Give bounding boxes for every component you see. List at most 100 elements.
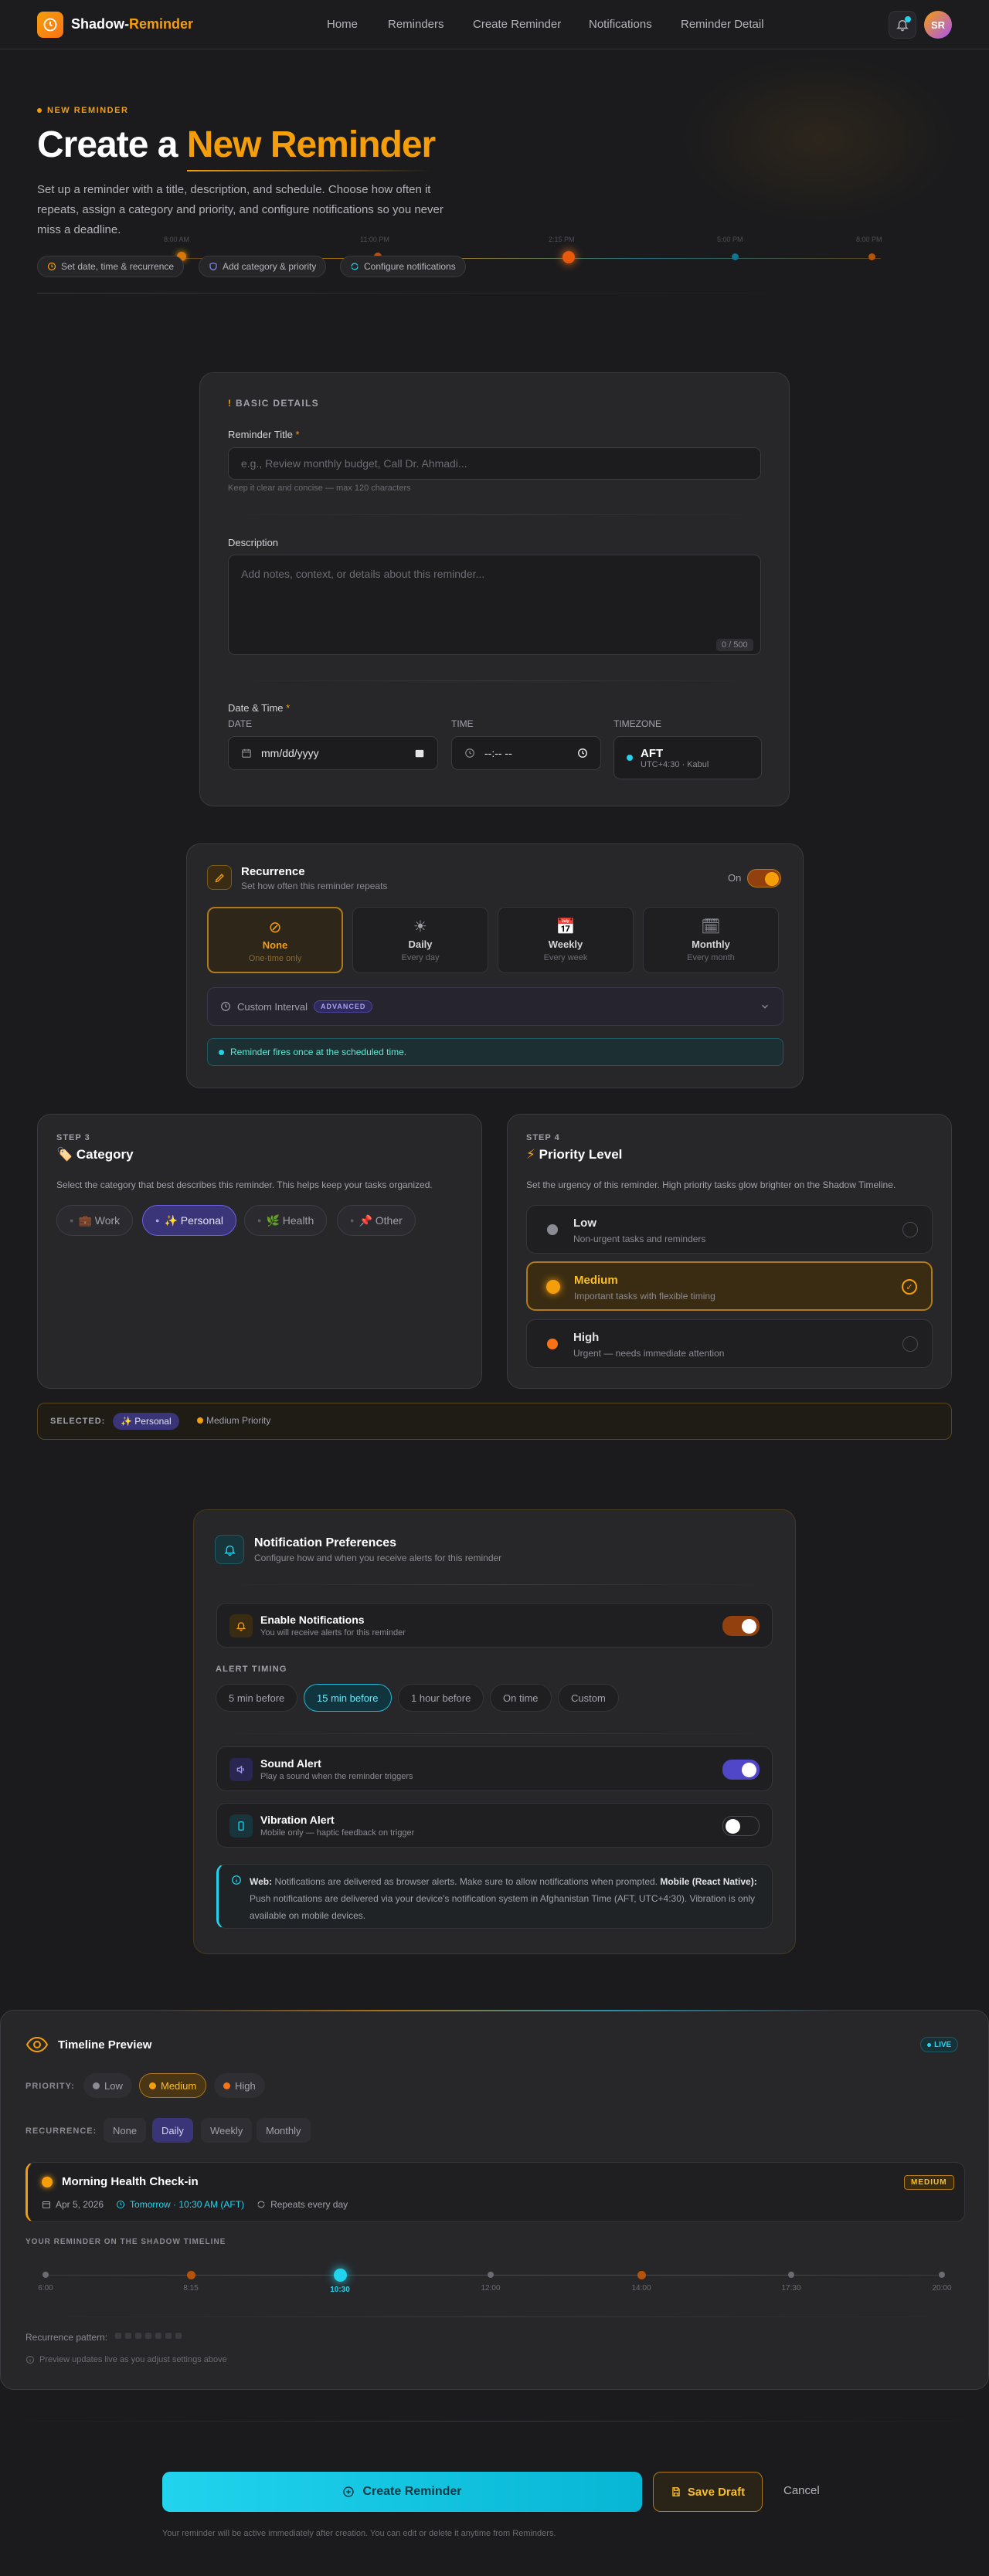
cancel-button[interactable]: Cancel	[783, 2484, 820, 2497]
timing-custom[interactable]: Custom	[558, 1684, 619, 1712]
nav-create-reminder[interactable]: Create Reminder	[473, 18, 561, 31]
timeline-dot	[637, 2271, 646, 2279]
preview-recurrence-none[interactable]: None	[104, 2118, 147, 2143]
footer-note: Your reminder will be active immediately…	[162, 2529, 556, 2538]
nav-home[interactable]: Home	[327, 18, 358, 31]
recurrence-toggle[interactable]	[747, 869, 781, 888]
calendar-month-icon: 🗓	[701, 918, 721, 935]
create-reminder-button[interactable]: Create Reminder	[162, 2472, 642, 2512]
hero-chip-category: Add category & priority	[199, 256, 327, 277]
reminder-preview-title: Morning Health Check-in	[62, 2175, 199, 2188]
clock-icon	[117, 2201, 125, 2208]
avatar[interactable]: SR	[924, 11, 952, 39]
logo-clock-icon[interactable]	[37, 12, 63, 38]
timeline-tick: 20:00	[932, 2284, 952, 2293]
hero-timeline-label: 11:00 PM	[360, 236, 389, 243]
category-chip-other[interactable]: ● 📌 Other	[337, 1205, 416, 1236]
timeline-dot	[488, 2272, 494, 2278]
clock-icon	[465, 748, 474, 758]
title-underline	[187, 170, 431, 171]
recurrence-option-none[interactable]: ⊘ None One-time only	[207, 907, 343, 973]
custom-interval-dropdown[interactable]: Custom Interval ADVANCED	[207, 987, 783, 1026]
chevron-down-icon	[762, 1004, 768, 1009]
vibration-alert-subtitle: Mobile only — haptic feedback on trigger	[260, 1828, 415, 1838]
recurrence-option-daily[interactable]: ☀ Daily Every day	[352, 907, 488, 973]
timing-15-min[interactable]: 15 min before	[304, 1684, 392, 1712]
divider	[25, 2316, 965, 2317]
nav-reminder-detail[interactable]: Reminder Detail	[681, 18, 764, 31]
category-chip-personal[interactable]: ● ✨ Personal	[142, 1205, 237, 1236]
hero-description: Set up a reminder with a title, descript…	[37, 183, 444, 236]
phone-icon	[229, 1814, 253, 1838]
preview-priority-medium[interactable]: Medium	[139, 2073, 207, 2098]
divider	[228, 680, 761, 681]
priority-dot	[547, 1339, 558, 1349]
recurrence-pattern-dots	[115, 2333, 182, 2339]
save-draft-button[interactable]: Save Draft	[653, 2472, 763, 2512]
divider	[215, 1584, 776, 1585]
hero-timeline-dot	[732, 253, 739, 260]
vibration-alert-toggle[interactable]	[722, 1816, 760, 1836]
description-label: Description	[228, 537, 279, 548]
recurrence-option-weekly[interactable]: 📅 Weekly Every week	[498, 907, 634, 973]
title-input[interactable]: e.g., Review monthly budget, Call Dr. Ah…	[228, 447, 761, 480]
shadow-timeline-line	[46, 2275, 942, 2276]
platform-note: Web: Notifications are delivered as brow…	[216, 1864, 773, 1929]
nav-reminders[interactable]: Reminders	[388, 18, 444, 31]
priority-option-high[interactable]: High Urgent — needs immediate attention	[526, 1319, 933, 1368]
notifications-subtitle: Configure how and when you receive alert…	[254, 1553, 502, 1563]
preview-priority-low[interactable]: Low	[83, 2073, 132, 2098]
priority-description: Set the urgency of this reminder. High p…	[526, 1179, 896, 1190]
enable-notifications-title: Enable Notifications	[260, 1614, 365, 1626]
vibration-alert-title: Vibration Alert	[260, 1814, 335, 1826]
preview-recurrence-weekly[interactable]: Weekly	[201, 2118, 253, 2143]
timeline-tick: 8:15	[183, 2284, 199, 2293]
info-dot	[219, 1049, 224, 1055]
priority-option-medium[interactable]: Medium Important tasks with flexible tim…	[526, 1261, 933, 1311]
preview-priority-high[interactable]: High	[214, 2073, 265, 2098]
timeline-dot	[788, 2272, 794, 2278]
hero-chip-notifications: Configure notifications	[340, 256, 466, 277]
timeline-tick: 6:00	[38, 2284, 53, 2293]
datetime-label: Date & Time *	[228, 702, 291, 714]
notification-dot	[905, 16, 911, 22]
recurrence-option-monthly[interactable]: 🗓 Monthly Every month	[643, 907, 779, 973]
basic-details-card: ! BASIC DETAILS Reminder Title * e.g., R…	[199, 372, 790, 806]
sun-icon: ☀	[413, 918, 427, 935]
time-input[interactable]: --:-- --	[451, 736, 601, 770]
repeat-icon	[257, 2201, 265, 2208]
calendar-picker-icon	[415, 749, 424, 758]
hero-timeline-label: 5:00 PM	[717, 236, 743, 243]
brand-name[interactable]: Shadow-Reminder	[71, 16, 193, 32]
description-textarea[interactable]: Add notes, context, or details about thi…	[228, 555, 761, 655]
alert-timing-label: ALERT TIMING	[216, 1665, 287, 1674]
sound-alert-toggle[interactable]	[722, 1760, 760, 1780]
enable-notifications-toggle[interactable]	[722, 1616, 760, 1636]
recurrence-title: Recurrence	[241, 865, 305, 878]
page-title: Create a New Reminder	[37, 124, 436, 165]
hero-timeline-dot	[562, 251, 575, 263]
bell-icon[interactable]	[889, 11, 916, 39]
timing-on-time[interactable]: On time	[490, 1684, 552, 1712]
priority-step: STEP 4	[526, 1133, 560, 1142]
timeline-preview-card: Timeline Preview LIVE PRIORITY: RECURREN…	[0, 2010, 989, 2390]
category-chip-work[interactable]: ● 💼 Work	[56, 1205, 134, 1236]
category-chip-health[interactable]: ● 🌿 Health	[244, 1205, 328, 1236]
timeline-dot	[187, 2271, 195, 2279]
reminder-preview-meta: Apr 5, 2026 Tomorrow · 10:30 AM (AFT) Re…	[42, 2199, 348, 2210]
preview-recurrence-monthly[interactable]: Monthly	[257, 2118, 311, 2143]
recurrence-subtitle: Set how often this reminder repeats	[241, 881, 388, 891]
timing-1-hour[interactable]: 1 hour before	[398, 1684, 484, 1712]
clock-icon	[221, 1002, 230, 1011]
priority-option-low[interactable]: Low Non-urgent tasks and reminders	[526, 1205, 933, 1254]
hero-divider	[37, 293, 810, 294]
timeline-tick: 12:00	[481, 2284, 501, 2293]
priority-dot	[546, 1280, 560, 1294]
preview-recurrence-daily[interactable]: Daily	[152, 2118, 193, 2143]
timing-5-min[interactable]: 5 min before	[216, 1684, 298, 1712]
timeline-dot-active	[334, 2269, 347, 2282]
nav-notifications[interactable]: Notifications	[589, 18, 652, 31]
shadow-timeline-label: YOUR REMINDER ON THE SHADOW TIMELINE	[25, 2238, 226, 2246]
date-input[interactable]: mm/dd/yyyy	[228, 736, 438, 770]
hero-timeline-label: 8:00 AM	[164, 236, 190, 243]
